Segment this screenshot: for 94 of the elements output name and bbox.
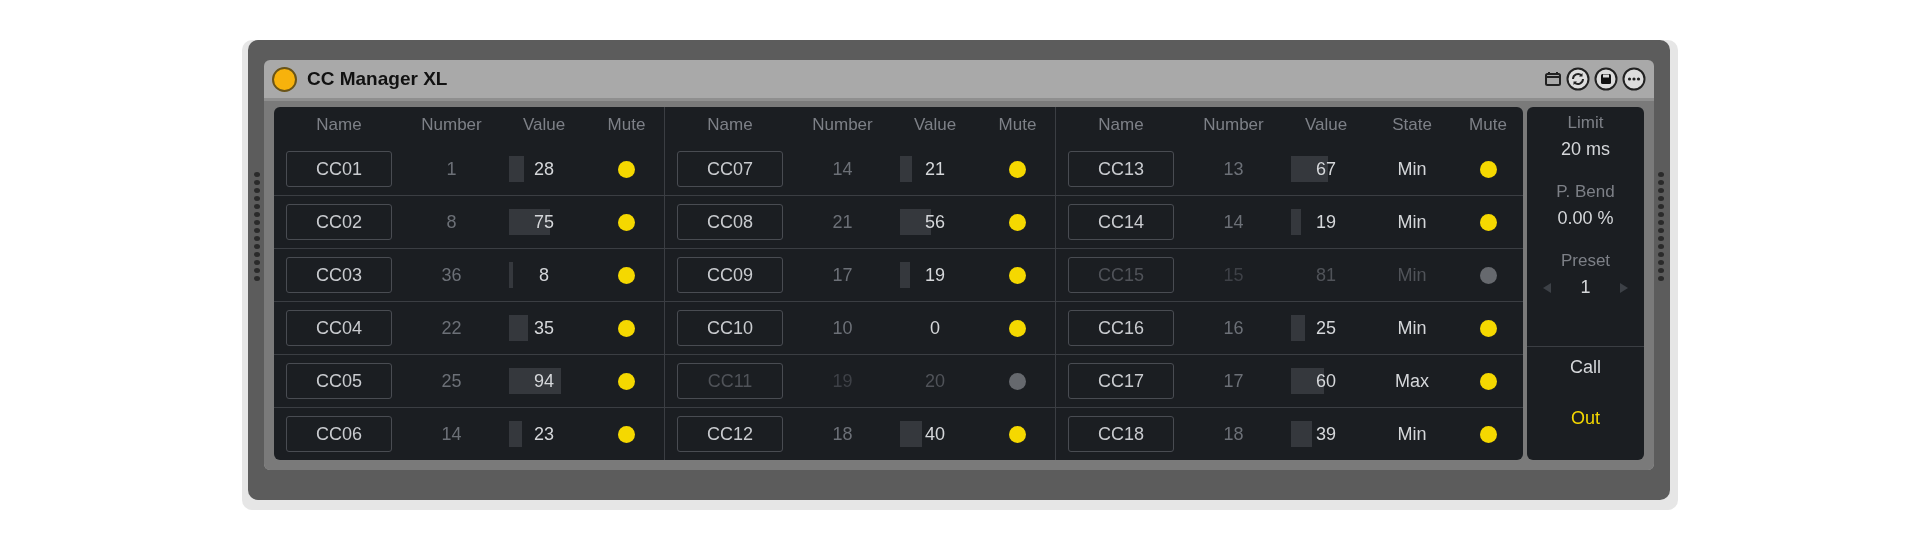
value-bar bbox=[1291, 421, 1312, 447]
name-field[interactable]: CC03 bbox=[286, 257, 392, 293]
state-toggle[interactable]: Max bbox=[1395, 370, 1429, 392]
limit-label: Limit bbox=[1567, 113, 1604, 133]
cc-value[interactable]: 56 bbox=[925, 211, 945, 233]
device-title: CC Manager XL bbox=[307, 68, 448, 90]
value-bar bbox=[900, 421, 922, 447]
name-field[interactable]: CC17 bbox=[1068, 363, 1174, 399]
mute-toggle[interactable] bbox=[1009, 319, 1026, 337]
name-field[interactable]: CC10 bbox=[677, 310, 783, 346]
name-field[interactable]: CC14 bbox=[1068, 204, 1174, 240]
cc-value[interactable]: 67 bbox=[1316, 158, 1336, 180]
state-toggle[interactable]: Min bbox=[1397, 423, 1427, 445]
name-field[interactable]: CC07 bbox=[677, 151, 783, 187]
mute-toggle[interactable] bbox=[1009, 372, 1026, 390]
mute-toggle[interactable] bbox=[618, 160, 635, 178]
cc-value[interactable]: 94 bbox=[534, 370, 554, 392]
value-bar bbox=[509, 156, 524, 182]
column-header: Value bbox=[1303, 115, 1349, 135]
side-button[interactable]: Out bbox=[1563, 404, 1608, 433]
column-header: State bbox=[1391, 115, 1433, 135]
pitch-bend-label: P. Bend bbox=[1556, 182, 1615, 202]
value-bar bbox=[900, 156, 912, 182]
clip-icon[interactable] bbox=[1544, 70, 1562, 88]
refresh-icon[interactable] bbox=[1566, 67, 1590, 91]
value-bar bbox=[900, 262, 910, 288]
column-header: Name bbox=[315, 115, 363, 135]
cc-value[interactable]: 28 bbox=[534, 158, 554, 180]
name-field[interactable]: CC16 bbox=[1068, 310, 1174, 346]
side-button[interactable]: Call bbox=[1562, 353, 1609, 382]
value-bar bbox=[509, 315, 528, 341]
pitch-bend-value[interactable]: 0.00 % bbox=[1557, 208, 1614, 229]
cc-value[interactable]: 0 bbox=[930, 317, 940, 339]
mute-toggle[interactable] bbox=[1479, 319, 1497, 337]
mute-toggle[interactable] bbox=[1009, 266, 1026, 284]
column-header: Number bbox=[420, 115, 483, 135]
name-field[interactable]: CC18 bbox=[1068, 416, 1174, 452]
cc-value[interactable]: 19 bbox=[1316, 211, 1336, 233]
name-field[interactable]: CC12 bbox=[677, 416, 783, 452]
value-bar bbox=[509, 421, 522, 447]
name-field[interactable]: CC05 bbox=[286, 363, 392, 399]
preset-number[interactable]: 1 bbox=[1580, 277, 1591, 298]
column-header: Value bbox=[521, 115, 567, 135]
cc-value[interactable]: 39 bbox=[1316, 423, 1336, 445]
name-field[interactable]: CC04 bbox=[286, 310, 392, 346]
state-toggle[interactable]: Min bbox=[1397, 211, 1427, 233]
cc-value[interactable]: 75 bbox=[534, 211, 554, 233]
value-bar bbox=[1291, 315, 1305, 341]
mute-toggle[interactable] bbox=[1479, 425, 1497, 443]
save-icon[interactable] bbox=[1594, 67, 1618, 91]
column-header: Value bbox=[912, 115, 958, 135]
column-header: Mute bbox=[997, 115, 1038, 135]
cc-value[interactable]: 60 bbox=[1316, 370, 1336, 392]
mute-toggle[interactable] bbox=[1009, 160, 1026, 178]
cc-value[interactable]: 19 bbox=[925, 264, 945, 286]
name-field[interactable]: CC08 bbox=[677, 204, 783, 240]
state-toggle[interactable]: Min bbox=[1397, 317, 1427, 339]
cc-value[interactable]: 25 bbox=[1316, 317, 1336, 339]
cc-value[interactable]: 21 bbox=[925, 158, 945, 180]
value-bar bbox=[1291, 209, 1301, 235]
grip-handle[interactable] bbox=[254, 172, 260, 281]
cc-value[interactable]: 8 bbox=[539, 264, 549, 286]
column-header: Mute bbox=[606, 115, 647, 135]
column-header: Number bbox=[811, 115, 874, 135]
name-field[interactable]: CC06 bbox=[286, 416, 392, 452]
preset-label: Preset bbox=[1560, 251, 1611, 271]
name-field[interactable]: CC09 bbox=[677, 257, 783, 293]
grip-handle[interactable] bbox=[1658, 172, 1664, 281]
limit-value[interactable]: 20 ms bbox=[1561, 139, 1610, 160]
mute-toggle[interactable] bbox=[618, 372, 635, 390]
mute-toggle[interactable] bbox=[618, 425, 635, 443]
name-field[interactable]: CC13 bbox=[1068, 151, 1174, 187]
column-header: Name bbox=[706, 115, 754, 135]
state-toggle[interactable]: Min bbox=[1397, 158, 1427, 180]
column-header: Mute bbox=[1468, 115, 1508, 135]
power-button[interactable] bbox=[272, 66, 297, 92]
value-bar bbox=[509, 368, 561, 394]
cc-value[interactable]: 23 bbox=[534, 423, 554, 445]
mute-toggle[interactable] bbox=[1009, 213, 1026, 231]
mute-toggle[interactable] bbox=[618, 266, 635, 284]
column-header: Name bbox=[1097, 115, 1145, 135]
more-icon[interactable] bbox=[1622, 67, 1646, 91]
cc-value[interactable]: 35 bbox=[534, 317, 554, 339]
mute-toggle[interactable] bbox=[1479, 372, 1497, 390]
mute-toggle[interactable] bbox=[1009, 425, 1026, 443]
column-header: Number bbox=[1202, 115, 1265, 135]
name-field[interactable]: CC01 bbox=[286, 151, 392, 187]
cc-value[interactable]: 40 bbox=[925, 423, 945, 445]
mute-toggle[interactable] bbox=[1479, 213, 1497, 231]
mute-toggle[interactable] bbox=[618, 319, 635, 337]
name-field[interactable]: CC02 bbox=[286, 204, 392, 240]
mute-toggle[interactable] bbox=[1479, 160, 1497, 178]
mute-toggle[interactable] bbox=[1479, 266, 1497, 284]
mute-toggle[interactable] bbox=[618, 213, 635, 231]
